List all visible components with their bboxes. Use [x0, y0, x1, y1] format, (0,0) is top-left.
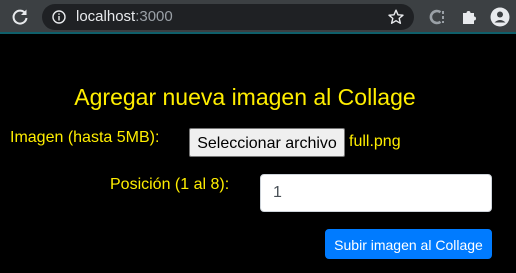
submit-image-button[interactable]: Subir imagen al Collage [325, 229, 492, 259]
info-icon[interactable] [52, 10, 66, 24]
profile-icon[interactable] [490, 7, 510, 27]
url-port: :3000 [135, 8, 173, 25]
position-input[interactable] [260, 174, 492, 212]
image-label: Imagen (hasta 5MB): [10, 129, 160, 146]
reload-icon[interactable] [10, 7, 30, 27]
star-icon[interactable] [388, 9, 404, 25]
page-title: Agregar nueva imagen al Collage [74, 84, 416, 110]
extension-c-icon[interactable] [428, 8, 446, 26]
position-label: Posición (1 al 8): [110, 176, 230, 193]
address-bar[interactable]: localhost:3000 [42, 4, 414, 30]
url-host: localhost [76, 8, 136, 25]
browser-toolbar: localhost:3000 [0, 0, 516, 34]
selected-file-name: full.png [349, 133, 401, 150]
puzzle-icon[interactable] [460, 8, 478, 26]
url-text[interactable]: localhost:3000 [76, 8, 173, 26]
choose-file-button[interactable]: Seleccionar archivo [189, 128, 345, 157]
